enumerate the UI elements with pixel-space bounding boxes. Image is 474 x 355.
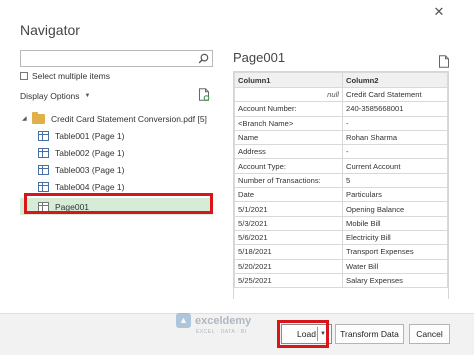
highlight-box-page001 xyxy=(24,193,213,214)
search-input[interactable] xyxy=(21,53,191,69)
table-cell: Number of Transactions: xyxy=(234,172,343,189)
table-cell: Address xyxy=(234,144,343,160)
table-cell: 240-3585668001 xyxy=(342,101,448,117)
table-header-row: Column1 Column2 xyxy=(234,72,448,88)
tree-item-label: Table003 (Page 1) xyxy=(55,164,125,175)
table-icon xyxy=(38,130,49,141)
table-row: null Credit Card Statement xyxy=(234,86,448,103)
table-row: <Branch Name> - xyxy=(234,115,448,131)
refresh-preview-icon[interactable] xyxy=(198,88,210,101)
table-cell: <Branch Name> xyxy=(234,115,343,131)
table-cell: 5/25/2021 xyxy=(234,272,343,289)
table-cell: Mobile Bill xyxy=(342,215,448,231)
table-cell: 5/20/2021 xyxy=(234,258,343,274)
table-cell: - xyxy=(342,144,448,160)
display-options-dropdown[interactable]: Display Options ▼ xyxy=(20,91,90,101)
table-cell: Credit Card Statement xyxy=(342,86,448,103)
preview-table[interactable]: Column1 Column2 null Credit Card Statemen… xyxy=(233,71,449,299)
tree-item-table002[interactable]: Table002 (Page 1) xyxy=(20,144,213,161)
collapse-triangle-icon[interactable]: ◢ xyxy=(22,115,32,122)
column-header[interactable]: Column1 xyxy=(234,72,343,88)
tree-root-label: Credit Card Statement Conversion.pdf [5] xyxy=(51,113,207,124)
chevron-down-icon: ▼ xyxy=(84,93,91,99)
table-row: Account Type: Current Account xyxy=(234,158,448,174)
highlight-box-load xyxy=(277,320,329,348)
tree-item-label: Table002 (Page 1) xyxy=(55,147,125,158)
table-cell: - xyxy=(342,115,448,131)
search-icon[interactable] xyxy=(198,53,209,64)
table-cell: Name xyxy=(234,129,343,146)
table-icon xyxy=(38,181,49,192)
search-box[interactable] xyxy=(20,50,213,69)
watermark-logo-icon: ▲ xyxy=(176,313,191,328)
table-row: Date Particulars xyxy=(234,187,448,203)
folder-icon xyxy=(32,111,45,124)
table-cell: 5 xyxy=(342,172,448,189)
display-options-label: Display Options xyxy=(20,91,80,101)
tree-root-item[interactable]: ◢ Credit Card Statement Conversion.pdf [… xyxy=(20,110,213,127)
table-cell: 5/18/2021 xyxy=(234,244,343,260)
table-row: 5/3/2021 Mobile Bill xyxy=(234,215,448,231)
table-row: Address - xyxy=(234,144,448,160)
tree-item-label: Table001 (Page 1) xyxy=(55,130,125,141)
preview-title: Page001 xyxy=(233,50,286,65)
cancel-button[interactable]: Cancel xyxy=(409,324,450,344)
tree-item-label: Table004 (Page 1) xyxy=(55,181,125,192)
table-cell: 5/6/2021 xyxy=(234,229,343,246)
table-row: Name Rohan Sharma xyxy=(234,129,448,146)
table-cell: Particulars xyxy=(342,187,448,203)
watermark: ▲ exceldemy xyxy=(176,313,251,328)
table-row: 5/18/2021 Transport Expenses xyxy=(234,244,448,260)
table-row: 5/1/2021 Opening Balance xyxy=(234,201,448,217)
transform-data-button[interactable]: Transform Data xyxy=(335,324,404,344)
table-cell: 5/3/2021 xyxy=(234,215,343,231)
table-row: 5/20/2021 Water Bill xyxy=(234,258,448,274)
column-header[interactable]: Column2 xyxy=(342,72,448,88)
select-multiple-checkbox[interactable] xyxy=(20,72,28,80)
table-icon xyxy=(38,147,49,158)
select-multiple-label: Select multiple items xyxy=(32,71,110,81)
table-row: 5/6/2021 Electricity Bill xyxy=(234,229,448,246)
table-cell: Salary Expenses xyxy=(342,272,448,289)
close-icon[interactable]: ✕ xyxy=(428,4,450,20)
table-cell: 5/1/2021 xyxy=(234,201,343,217)
table-cell: Electricity Bill xyxy=(342,229,448,246)
table-cell: Water Bill xyxy=(342,258,448,274)
tree-item-table001[interactable]: Table001 (Page 1) xyxy=(20,127,213,144)
tree-item-table003[interactable]: Table003 (Page 1) xyxy=(20,161,213,178)
table-cell: Current Account xyxy=(342,158,448,174)
select-multiple-row[interactable]: Select multiple items xyxy=(20,71,110,81)
table-cell: Date xyxy=(234,187,343,203)
table-cell: Account Number: xyxy=(234,101,343,117)
table-cell: Rohan Sharma xyxy=(342,129,448,146)
table-icon xyxy=(38,164,49,175)
watermark-text: exceldemy xyxy=(195,314,252,327)
table-cell: Transport Expenses xyxy=(342,244,448,260)
table-cell: null xyxy=(234,86,343,103)
table-row: Account Number: 240-3585668001 xyxy=(234,101,448,117)
watermark-subtext: EXCEL · DATA · BI xyxy=(196,329,247,335)
table-cell: Account Type: xyxy=(234,158,343,174)
table-row: Number of Transactions: 5 xyxy=(234,172,448,189)
table-cell: Opening Balance xyxy=(342,201,448,217)
refresh-icon[interactable] xyxy=(438,55,450,68)
table-row: 5/25/2021 Salary Expenses xyxy=(234,272,448,289)
window-title: Navigator xyxy=(20,22,80,38)
